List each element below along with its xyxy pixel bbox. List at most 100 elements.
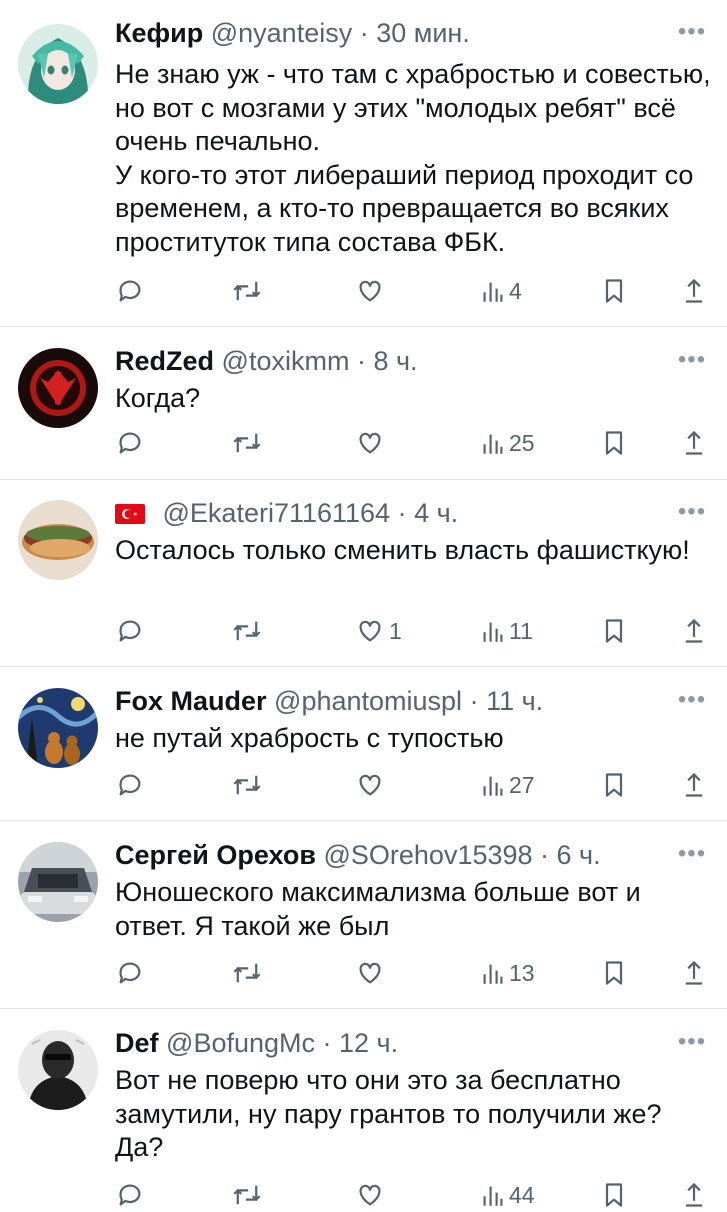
- views-icon: [482, 1183, 504, 1207]
- reply-button[interactable]: [116, 274, 144, 308]
- user-handle[interactable]: @toxikmm: [222, 346, 350, 376]
- user-handle[interactable]: @SOrehov15398: [323, 840, 532, 870]
- share-icon: [682, 277, 706, 305]
- share-button[interactable]: [682, 768, 706, 802]
- avatar[interactable]: [18, 688, 98, 768]
- like-button[interactable]: [356, 426, 384, 460]
- views-button[interactable]: 11: [482, 614, 533, 648]
- views-button[interactable]: 25: [482, 426, 535, 460]
- repost-button[interactable]: [232, 768, 262, 802]
- bookmark-button[interactable]: [602, 1178, 626, 1212]
- share-icon: [682, 959, 706, 987]
- views-button[interactable]: 13: [482, 956, 535, 990]
- more-icon[interactable]: •••: [677, 686, 707, 714]
- like-button[interactable]: [356, 274, 384, 308]
- repost-icon: [232, 959, 262, 987]
- tweet-text: Осталось только сменить власть фашисткую…: [115, 535, 690, 565]
- reply-button[interactable]: [116, 1178, 144, 1212]
- share-button[interactable]: [682, 956, 706, 990]
- share-button[interactable]: [682, 274, 706, 308]
- display-name[interactable]: Кефир: [115, 18, 203, 48]
- display-name[interactable]: Fox Mauder: [115, 686, 267, 716]
- user-handle[interactable]: @Ekateri71161164: [163, 498, 391, 528]
- tweet[interactable]: RedZed @toxikmm · 8 ч. ••• Когда? 25: [0, 344, 727, 479]
- divider: [0, 479, 727, 480]
- share-button[interactable]: [682, 426, 706, 460]
- repost-icon: [232, 617, 262, 645]
- share-button[interactable]: [682, 614, 706, 648]
- reply-icon: [116, 277, 144, 305]
- more-icon[interactable]: •••: [677, 346, 707, 374]
- like-icon: [356, 429, 384, 457]
- like-button[interactable]: [356, 1178, 384, 1212]
- tweet[interactable]: Кефир @nyanteisy · 30 мин. ••• Не знаю у…: [0, 16, 727, 326]
- reply-button[interactable]: [116, 614, 144, 648]
- more-icon[interactable]: •••: [677, 498, 707, 526]
- likes-count: 1: [389, 617, 402, 644]
- share-icon: [682, 429, 706, 457]
- bookmark-button[interactable]: [602, 768, 626, 802]
- bookmark-button[interactable]: [602, 956, 626, 990]
- bookmark-button[interactable]: [602, 614, 626, 648]
- timestamp[interactable]: · 4 ч.: [398, 498, 459, 528]
- repost-icon: [232, 771, 262, 799]
- display-name[interactable]: Сергей Орехов: [115, 840, 316, 870]
- views-count: 13: [509, 959, 535, 986]
- bookmark-icon: [602, 959, 626, 987]
- bookmark-button[interactable]: [602, 426, 626, 460]
- display-name[interactable]: Def: [115, 1028, 159, 1058]
- reply-icon: [116, 617, 144, 645]
- timestamp[interactable]: · 6 ч.: [540, 840, 601, 870]
- repost-button[interactable]: [232, 614, 262, 648]
- tweet[interactable]: Fox Mauder @phantomiuspl · 11 ч. ••• не …: [0, 684, 727, 820]
- reply-button[interactable]: [116, 426, 144, 460]
- views-icon: [482, 773, 504, 797]
- reply-button[interactable]: [116, 768, 144, 802]
- views-button[interactable]: 27: [482, 768, 535, 802]
- avatar[interactable]: [18, 500, 98, 580]
- views-button[interactable]: 4: [482, 274, 522, 308]
- user-handle[interactable]: @nyanteisy: [211, 18, 352, 48]
- repost-button[interactable]: [232, 1178, 262, 1212]
- repost-button[interactable]: [232, 274, 262, 308]
- divider: [0, 820, 727, 821]
- bookmark-icon: [602, 617, 626, 645]
- like-button[interactable]: 1: [356, 614, 402, 648]
- tweet-text: Юношеского максимализма больше вот и отв…: [115, 877, 641, 941]
- tweet-text: не путай храбрость с тупостью: [115, 723, 504, 753]
- more-icon[interactable]: •••: [677, 18, 707, 46]
- share-button[interactable]: [682, 1178, 706, 1212]
- tweet[interactable]: @Ekateri71161164 · 4 ч. ••• Осталось тол…: [0, 496, 727, 666]
- tweet-header: Fox Mauder @phantomiuspl · 11 ч.: [115, 684, 543, 718]
- repost-button[interactable]: [232, 956, 262, 990]
- tweet[interactable]: Def @BofungMc · 12 ч. ••• Вот не поверю …: [0, 1026, 727, 1208]
- user-handle[interactable]: @phantomiuspl: [274, 686, 462, 716]
- bookmark-button[interactable]: [602, 274, 626, 308]
- tweet-actions: 25: [0, 426, 727, 460]
- repost-button[interactable]: [232, 426, 262, 460]
- like-button[interactable]: [356, 768, 384, 802]
- views-count: 11: [509, 617, 533, 644]
- bookmark-icon: [602, 771, 626, 799]
- user-handle[interactable]: @BofungMc: [166, 1028, 315, 1058]
- more-icon[interactable]: •••: [677, 1028, 707, 1056]
- display-name[interactable]: RedZed: [115, 346, 214, 376]
- reply-button[interactable]: [116, 956, 144, 990]
- timestamp[interactable]: · 12 ч.: [323, 1028, 399, 1058]
- timestamp[interactable]: · 11 ч.: [470, 686, 544, 716]
- tweet-header: Кефир @nyanteisy · 30 мин.: [115, 16, 470, 50]
- avatar[interactable]: [18, 24, 98, 104]
- timestamp[interactable]: · 30 мин.: [360, 18, 470, 48]
- tweet-header: RedZed @toxikmm · 8 ч.: [115, 344, 418, 378]
- more-icon[interactable]: •••: [677, 840, 707, 868]
- avatar[interactable]: [18, 842, 98, 922]
- divider: [0, 666, 727, 667]
- avatar[interactable]: [18, 1030, 98, 1110]
- divider: [0, 326, 727, 327]
- views-button[interactable]: 44: [482, 1178, 535, 1212]
- like-button[interactable]: [356, 956, 384, 990]
- reply-icon: [116, 429, 144, 457]
- avatar[interactable]: [18, 348, 98, 428]
- timestamp[interactable]: · 8 ч.: [357, 346, 418, 376]
- tweet[interactable]: Сергей Орехов @SOrehov15398 · 6 ч. ••• Ю…: [0, 838, 727, 1008]
